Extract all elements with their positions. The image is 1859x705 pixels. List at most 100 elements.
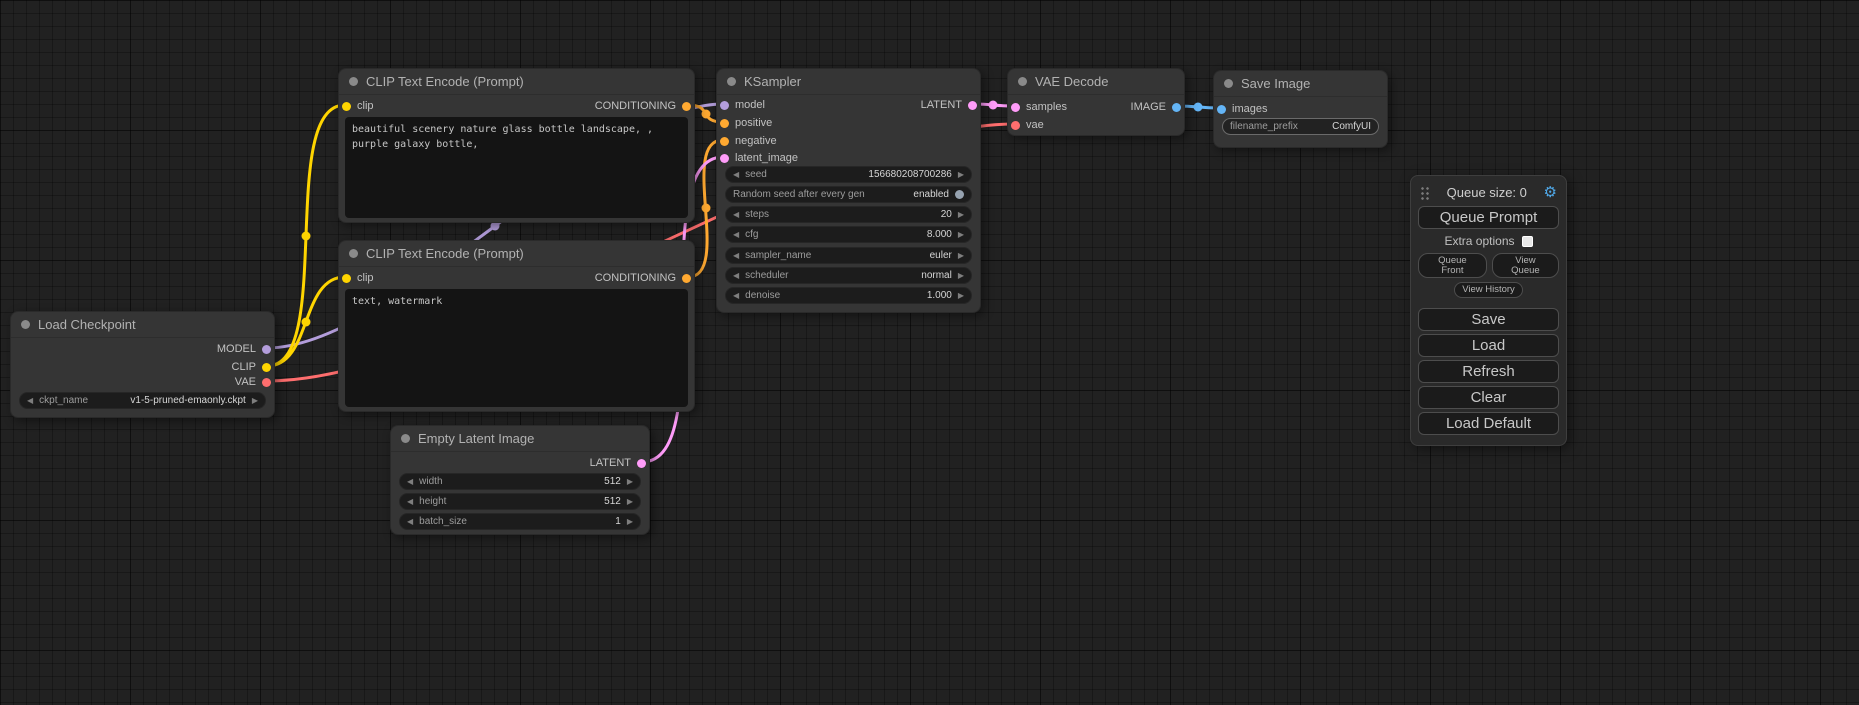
decrement-arrow-icon[interactable]: ◀ [733, 272, 739, 280]
vae-output-dot[interactable] [262, 378, 271, 387]
node-header[interactable]: KSampler [717, 69, 980, 95]
load-default-button[interactable]: Load Default [1418, 412, 1559, 435]
decrement-arrow-icon[interactable]: ◀ [27, 397, 33, 405]
collapse-dot-icon[interactable] [401, 434, 410, 443]
queue-front-button[interactable]: Queue Front [1418, 253, 1487, 278]
node-header[interactable]: CLIP Text Encode (Prompt) [339, 241, 694, 267]
load-button[interactable]: Load [1418, 334, 1559, 357]
node-header[interactable]: CLIP Text Encode (Prompt) [339, 69, 694, 95]
filename-prefix-widget[interactable]: filename_prefix ComfyUI [1222, 118, 1379, 135]
increment-arrow-icon[interactable]: ▶ [958, 252, 964, 260]
decrement-arrow-icon[interactable]: ◀ [407, 478, 413, 486]
queue-prompt-button[interactable]: Queue Prompt [1418, 206, 1559, 229]
conditioning-output-dot[interactable] [682, 102, 691, 111]
settings-gear-icon[interactable]: ⚙ [1544, 185, 1557, 200]
node-empty-latent-image[interactable]: Empty Latent Image LATENT ◀ width 512 ▶ … [390, 425, 650, 535]
increment-arrow-icon[interactable]: ▶ [958, 171, 964, 179]
node-ksampler[interactable]: KSampler model LATENT positive negative … [716, 68, 981, 313]
denoise-widget[interactable]: ◀ denoise 1.000 ▶ [725, 287, 972, 304]
collapse-dot-icon[interactable] [21, 320, 30, 329]
output-slot-model[interactable]: MODEL [217, 341, 271, 357]
output-slot-conditioning[interactable]: CONDITIONING [595, 270, 691, 286]
positive-prompt-textarea[interactable]: beautiful scenery nature glass bottle la… [345, 117, 688, 218]
input-slot-clip[interactable]: clip [342, 270, 374, 286]
sampler-name-widget[interactable]: ◀ sampler_name euler ▶ [725, 247, 972, 264]
collapse-dot-icon[interactable] [1224, 79, 1233, 88]
output-slot-conditioning[interactable]: CONDITIONING [595, 98, 691, 114]
save-button[interactable]: Save [1418, 308, 1559, 331]
positive-input-dot[interactable] [720, 119, 729, 128]
width-widget[interactable]: ◀ width 512 ▶ [399, 473, 641, 490]
height-widget[interactable]: ◀ height 512 ▶ [399, 493, 641, 510]
input-slot-images[interactable]: images [1217, 101, 1267, 117]
input-slot-negative[interactable]: negative [720, 133, 777, 149]
clip-input-dot[interactable] [342, 274, 351, 283]
increment-arrow-icon[interactable]: ▶ [627, 518, 633, 526]
toggle-knob-icon[interactable] [955, 190, 964, 199]
latent-output-dot[interactable] [637, 459, 646, 468]
decrement-arrow-icon[interactable]: ◀ [733, 252, 739, 260]
random-seed-toggle-widget[interactable]: Random seed after every gen enabled [725, 186, 972, 203]
node-load-checkpoint[interactable]: Load Checkpoint MODEL CLIP VAE ◀ ckpt_na… [10, 311, 275, 418]
input-slot-model[interactable]: model [720, 97, 765, 113]
increment-arrow-icon[interactable]: ▶ [958, 231, 964, 239]
decrement-arrow-icon[interactable]: ◀ [733, 231, 739, 239]
clear-button[interactable]: Clear [1418, 386, 1559, 409]
input-slot-clip[interactable]: clip [342, 98, 374, 114]
input-slot-latent-image[interactable]: latent_image [720, 150, 798, 166]
input-slot-vae[interactable]: vae [1011, 117, 1044, 133]
collapse-dot-icon[interactable] [1018, 77, 1027, 86]
vae-input-dot[interactable] [1011, 121, 1020, 130]
decrement-arrow-icon[interactable]: ◀ [733, 211, 739, 219]
increment-arrow-icon[interactable]: ▶ [627, 498, 633, 506]
refresh-button[interactable]: Refresh [1418, 360, 1559, 383]
output-slot-vae[interactable]: VAE [235, 374, 271, 390]
node-header[interactable]: Save Image [1214, 71, 1387, 97]
node-graph-canvas[interactable]: Load Checkpoint MODEL CLIP VAE ◀ ckpt_na… [0, 0, 1859, 705]
view-history-button[interactable]: View History [1454, 282, 1523, 298]
latent-image-input-dot[interactable] [720, 154, 729, 163]
increment-arrow-icon[interactable]: ▶ [627, 478, 633, 486]
view-queue-button[interactable]: View Queue [1492, 253, 1559, 278]
batch-size-widget[interactable]: ◀ batch_size 1 ▶ [399, 513, 641, 530]
image-output-dot[interactable] [1172, 103, 1181, 112]
negative-input-dot[interactable] [720, 137, 729, 146]
increment-arrow-icon[interactable]: ▶ [958, 292, 964, 300]
ckpt-name-widget[interactable]: ◀ ckpt_name v1-5-pruned-emaonly.ckpt ▶ [19, 392, 266, 409]
extra-options-checkbox[interactable] [1522, 236, 1533, 247]
negative-prompt-textarea[interactable]: text, watermark [345, 289, 688, 407]
node-header[interactable]: VAE Decode [1008, 69, 1184, 95]
steps-widget[interactable]: ◀ steps 20 ▶ [725, 206, 972, 223]
output-slot-latent[interactable]: LATENT [590, 455, 646, 471]
output-slot-image[interactable]: IMAGE [1131, 99, 1181, 115]
increment-arrow-icon[interactable]: ▶ [958, 211, 964, 219]
collapse-dot-icon[interactable] [727, 77, 736, 86]
decrement-arrow-icon[interactable]: ◀ [733, 292, 739, 300]
output-slot-latent[interactable]: LATENT [921, 97, 977, 113]
decrement-arrow-icon[interactable]: ◀ [733, 171, 739, 179]
increment-arrow-icon[interactable]: ▶ [958, 272, 964, 280]
drag-handle-icon[interactable] [1420, 186, 1430, 200]
decrement-arrow-icon[interactable]: ◀ [407, 498, 413, 506]
node-clip-text-encode-positive[interactable]: CLIP Text Encode (Prompt) clip CONDITION… [338, 68, 695, 223]
seed-widget[interactable]: ◀ seed 156680208700286 ▶ [725, 166, 972, 183]
collapse-dot-icon[interactable] [349, 77, 358, 86]
node-header[interactable]: Empty Latent Image [391, 426, 649, 452]
latent-output-dot[interactable] [968, 101, 977, 110]
node-vae-decode[interactable]: VAE Decode samples IMAGE vae [1007, 68, 1185, 136]
conditioning-output-dot[interactable] [682, 274, 691, 283]
input-slot-samples[interactable]: samples [1011, 99, 1067, 115]
cfg-widget[interactable]: ◀ cfg 8.000 ▶ [725, 226, 972, 243]
node-header[interactable]: Load Checkpoint [11, 312, 274, 338]
clip-output-dot[interactable] [262, 363, 271, 372]
scheduler-widget[interactable]: ◀ scheduler normal ▶ [725, 267, 972, 284]
output-slot-clip[interactable]: CLIP [232, 359, 271, 375]
node-save-image[interactable]: Save Image images filename_prefix ComfyU… [1213, 70, 1388, 148]
model-input-dot[interactable] [720, 101, 729, 110]
input-slot-positive[interactable]: positive [720, 115, 772, 131]
samples-input-dot[interactable] [1011, 103, 1020, 112]
decrement-arrow-icon[interactable]: ◀ [407, 518, 413, 526]
node-clip-text-encode-negative[interactable]: CLIP Text Encode (Prompt) clip CONDITION… [338, 240, 695, 412]
clip-input-dot[interactable] [342, 102, 351, 111]
images-input-dot[interactable] [1217, 105, 1226, 114]
